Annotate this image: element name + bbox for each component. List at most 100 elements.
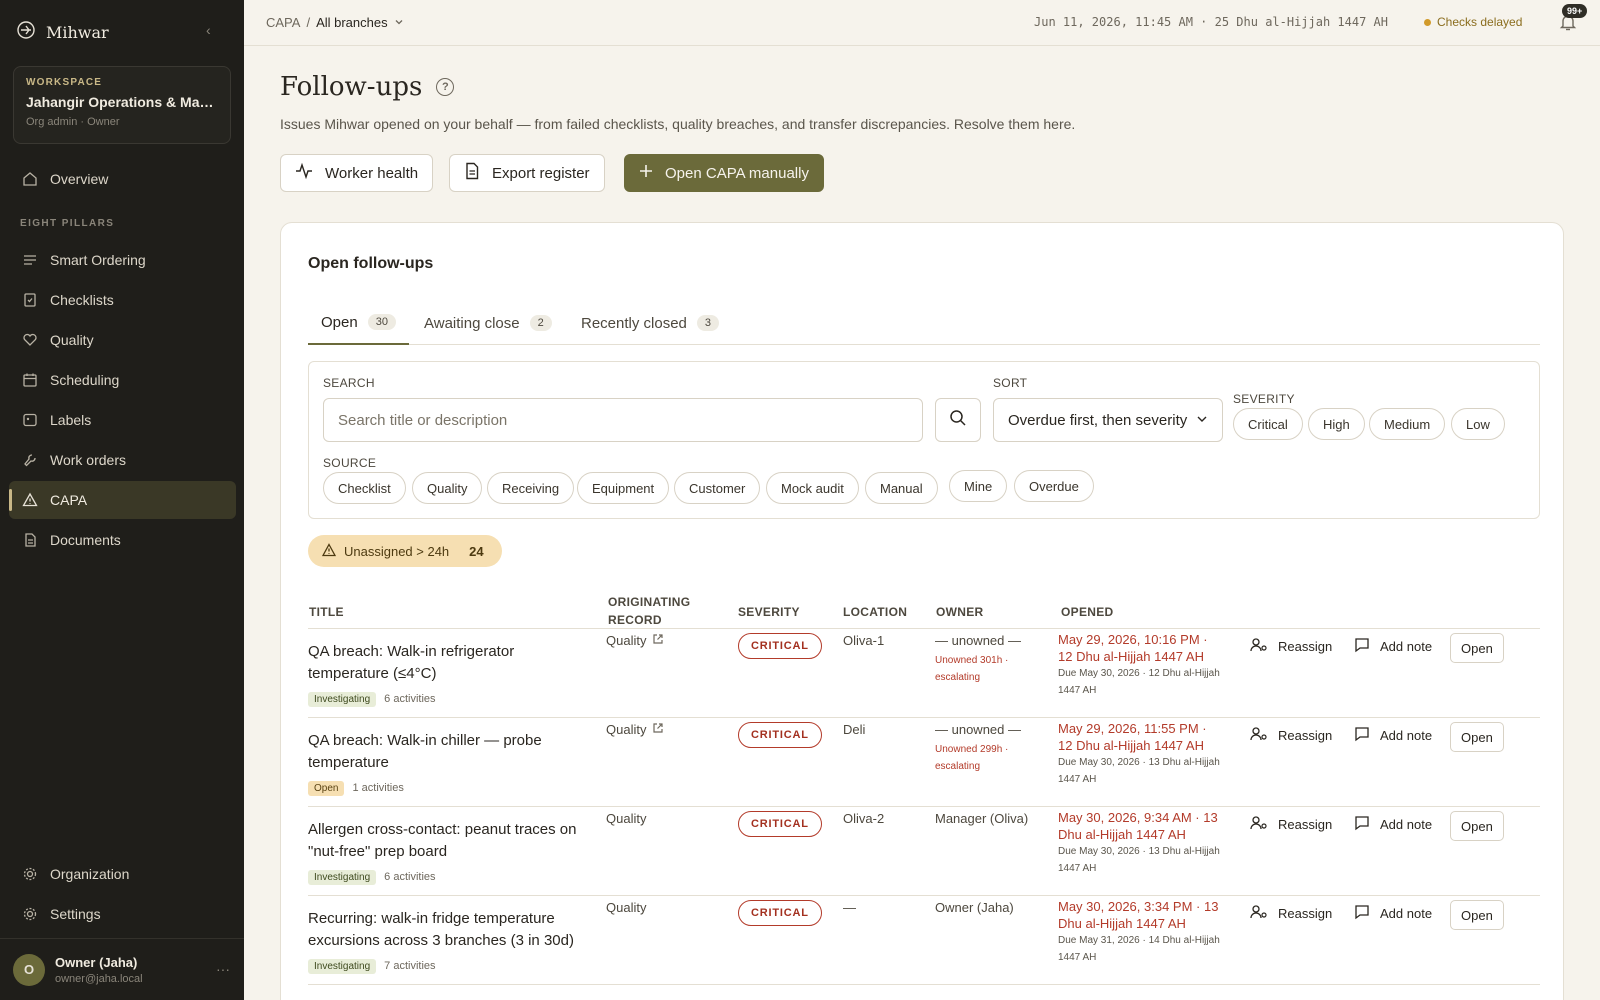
due-date: Due May 31, 2026 · 14 Dhu al-Hijjah 1447…: [1058, 935, 1220, 963]
origin-text: Quality: [606, 722, 647, 737]
add-note-button[interactable]: Add note: [1354, 904, 1432, 923]
sidebar-item-labels[interactable]: Labels: [9, 401, 236, 439]
list-icon: [22, 252, 38, 268]
sidebar-item-organization[interactable]: Organization: [9, 855, 236, 893]
tab-open[interactable]: Open 30: [308, 301, 409, 345]
reassign-button[interactable]: Reassign: [1250, 726, 1332, 745]
severity-filter-medium[interactable]: Medium: [1369, 408, 1446, 440]
open-button[interactable]: Open: [1450, 722, 1504, 752]
sidebar-item-checklists[interactable]: Checklists: [9, 281, 236, 319]
open-button[interactable]: Open: [1450, 633, 1504, 663]
more-icon[interactable]: ···: [216, 961, 230, 977]
severity-filter-critical[interactable]: Critical: [1233, 408, 1303, 440]
breadcrumb: CAPA / All branches: [266, 15, 404, 30]
sidebar-item-quality[interactable]: Quality: [9, 321, 236, 359]
table-row[interactable]: Allergen cross-contact: peanut traces on…: [308, 806, 1540, 894]
reassign-label: Reassign: [1278, 906, 1333, 921]
search-button[interactable]: [935, 398, 981, 442]
open-capa-label: Open CAPA manually: [665, 164, 809, 182]
table-row[interactable]: Recurring: walk-in fridge temperature ex…: [308, 895, 1540, 983]
severity-filter-low[interactable]: Low: [1451, 408, 1505, 440]
table-row[interactable]: QA breach: Walk-in refrigerator temperat…: [308, 628, 1540, 716]
column-header-title[interactable]: TITLE: [309, 603, 344, 621]
collapse-sidebar-icon[interactable]: ‹: [206, 22, 211, 38]
sidebar-item-label: Quality: [50, 332, 94, 348]
source-filter-receiving[interactable]: Receiving: [487, 472, 575, 504]
source-filter-manual[interactable]: Manual: [865, 472, 938, 504]
workspace-switcher[interactable]: WORKSPACE Jahangir Operations & Manageme…: [13, 66, 231, 144]
open-button[interactable]: Open: [1450, 811, 1504, 841]
comment-icon: [1354, 637, 1370, 656]
status-indicator[interactable]: Checks delayed: [1424, 15, 1522, 29]
tab-awaiting-close[interactable]: Awaiting close 2: [411, 301, 565, 345]
add-note-button[interactable]: Add note: [1354, 726, 1432, 745]
sidebar-item-work-orders[interactable]: Work orders: [9, 441, 236, 479]
export-register-button[interactable]: Export register: [449, 154, 605, 192]
row-title[interactable]: QA breach: Walk-in refrigerator temperat…: [308, 641, 588, 685]
tab-count: 3: [696, 315, 720, 331]
source-filter-checklist[interactable]: Checklist: [323, 472, 406, 504]
source-filter-equipment[interactable]: Equipment: [577, 472, 670, 504]
column-header-owner[interactable]: OWNER: [936, 603, 984, 621]
quick-filter-mine[interactable]: Mine: [949, 470, 1008, 502]
row-title[interactable]: Recurring: walk-in fridge temperature ex…: [308, 908, 588, 952]
sidebar-item-label: Documents: [50, 532, 121, 548]
sidebar-item-smart-ordering[interactable]: Smart Ordering: [9, 241, 236, 279]
sidebar-item-overview[interactable]: Overview: [9, 160, 236, 198]
sidebar-item-documents[interactable]: Documents: [9, 521, 236, 559]
search-icon: [949, 409, 967, 432]
due-date: Due May 30, 2026 · 13 Dhu al-Hijjah 1447…: [1058, 757, 1220, 785]
user-reassign-icon: [1250, 637, 1268, 656]
row-title[interactable]: QA breach: Walk-in chiller — probe tempe…: [308, 730, 588, 774]
open-button[interactable]: Open: [1450, 900, 1504, 930]
sidebar-item-capa[interactable]: CAPA: [9, 481, 236, 519]
table-row[interactable]: QA breach: Walk-in chiller — probe tempe…: [308, 717, 1540, 805]
location: —: [843, 900, 856, 915]
source-filter-customer[interactable]: Customer: [674, 472, 761, 504]
origin-text: Quality: [606, 900, 647, 915]
column-header-opened[interactable]: OPENED: [1061, 603, 1113, 621]
unassigned-alert-chip[interactable]: Unassigned > 24h 24: [308, 535, 502, 567]
row-title[interactable]: Allergen cross-contact: peanut traces on…: [308, 819, 588, 863]
reassign-button[interactable]: Reassign: [1250, 637, 1332, 656]
document-icon: [22, 532, 38, 548]
add-note-label: Add note: [1380, 906, 1433, 921]
source-filter-mock-audit[interactable]: Mock audit: [766, 472, 859, 504]
reassign-button[interactable]: Reassign: [1250, 815, 1332, 834]
column-header-severity[interactable]: SEVERITY: [738, 603, 800, 621]
chevron-down-icon[interactable]: [394, 15, 404, 30]
sidebar-item-scheduling[interactable]: Scheduling: [9, 361, 236, 399]
sidebar-item-label: Settings: [50, 906, 101, 922]
owner-cell: — unowned — Unowned 301h · escalating: [935, 633, 1035, 686]
add-note-button[interactable]: Add note: [1354, 815, 1432, 834]
main-content: Follow-ups ? Issues Mihwar opened on you…: [244, 46, 1600, 1000]
severity-filter-high[interactable]: High: [1308, 408, 1365, 440]
user-menu[interactable]: O Owner (Jaha) owner@jaha.local ···: [0, 938, 244, 1000]
sidebar-item-label: Overview: [50, 171, 109, 187]
brand[interactable]: Mihwar: [16, 20, 109, 44]
reassign-button[interactable]: Reassign: [1250, 904, 1332, 923]
breadcrumb-separator: /: [306, 15, 311, 30]
branch-selector[interactable]: All branches: [316, 15, 388, 30]
column-header-location[interactable]: LOCATION: [843, 603, 907, 621]
help-icon[interactable]: ?: [436, 78, 455, 96]
source-filter-quality[interactable]: Quality: [412, 472, 483, 504]
breadcrumb-root[interactable]: CAPA: [266, 15, 300, 30]
chevron-down-icon: [1196, 412, 1208, 429]
open-capa-manually-button[interactable]: Open CAPA manually: [624, 154, 824, 192]
opened-date: May 29, 2026, 10:16 PM · 12 Dhu al-Hijja…: [1058, 632, 1208, 664]
sidebar-item-settings[interactable]: Settings: [9, 895, 236, 933]
origin-link[interactable]: Quality: [606, 633, 664, 648]
add-note-button[interactable]: Add note: [1354, 637, 1432, 656]
search-input[interactable]: [323, 398, 923, 442]
origin-link[interactable]: Quality: [606, 722, 664, 737]
sort-select[interactable]: Overdue first, then severity: [993, 398, 1223, 442]
owner-escalation: Unowned 301h · escalating: [935, 655, 1009, 683]
worker-health-button[interactable]: Worker health: [280, 154, 434, 192]
sort-label: SORT: [993, 376, 1028, 390]
owner: Owner (Jaha): [935, 900, 1014, 915]
owner: — unowned —: [935, 633, 1021, 648]
tab-recently-closed[interactable]: Recently closed 3: [568, 301, 732, 345]
column-header-origin[interactable]: ORIGINATING RECORD: [608, 593, 708, 629]
quick-filter-overdue[interactable]: Overdue: [1014, 470, 1094, 502]
